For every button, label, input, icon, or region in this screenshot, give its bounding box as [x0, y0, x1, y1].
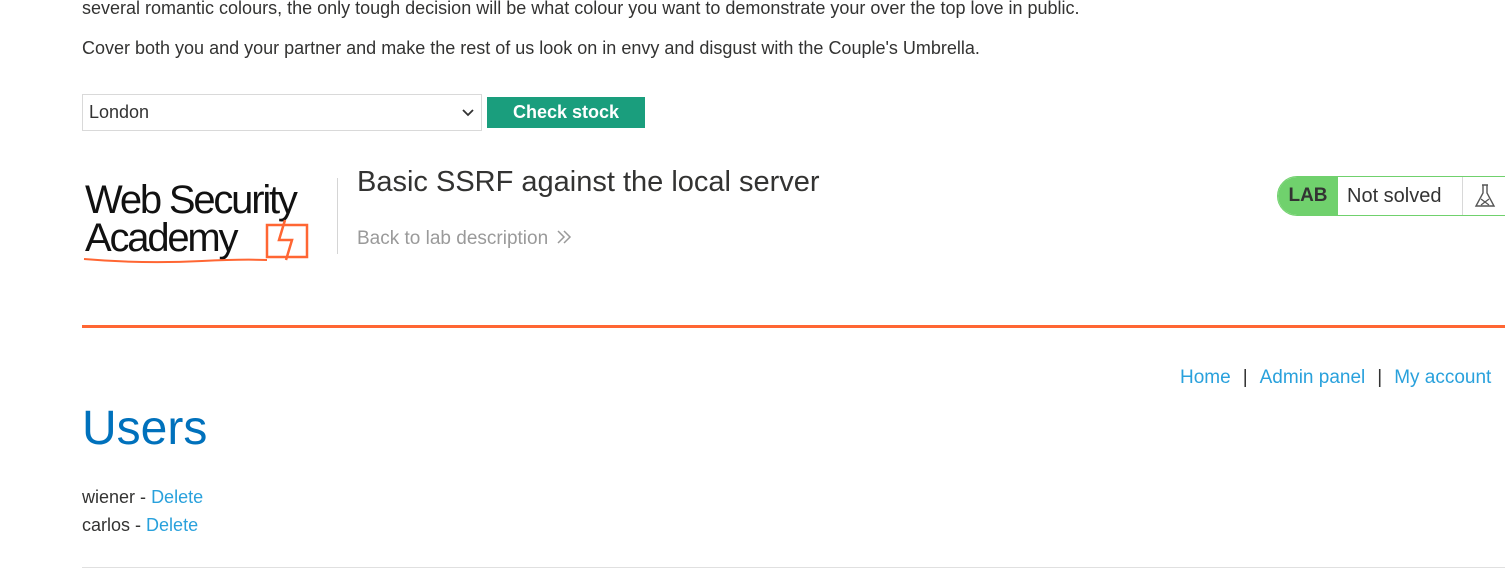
delete-user-link[interactable]: Delete: [146, 515, 198, 535]
user-row: carlos - Delete: [82, 515, 198, 536]
nav-home-link[interactable]: Home: [1180, 367, 1231, 389]
users-heading: Users: [82, 402, 208, 455]
username: carlos: [82, 515, 131, 535]
web-security-academy-logo[interactable]: Web Security Academy: [82, 170, 334, 266]
nav-separator: |: [1377, 367, 1383, 388]
lab-title: Basic SSRF against the local server: [357, 166, 820, 198]
lab-badge: LAB: [1278, 177, 1338, 215]
separator-dash: -: [135, 515, 142, 535]
back-link-label: Back to lab description: [357, 228, 549, 249]
back-to-lab-description-link[interactable]: Back to lab description: [357, 228, 572, 250]
store-select-value: London: [89, 102, 150, 122]
check-stock-button[interactable]: Check stock: [487, 97, 645, 128]
header-divider: [337, 178, 338, 254]
flask-icon: [1462, 177, 1505, 215]
user-row: wiener - Delete: [82, 487, 203, 508]
nav-my-account-link[interactable]: My account: [1394, 367, 1491, 389]
double-chevron-right-icon: [556, 228, 572, 250]
store-select[interactable]: London: [82, 94, 482, 131]
lab-status-text: Not solved: [1347, 184, 1442, 207]
footer-divider: [82, 567, 1505, 568]
product-description-line: Cover both you and your partner and make…: [82, 38, 980, 58]
separator-dash: -: [140, 487, 147, 507]
delete-user-link[interactable]: Delete: [151, 487, 203, 507]
username: wiener: [82, 487, 136, 507]
logo-line2: Academy: [85, 216, 239, 260]
top-nav: Home | Admin panel | My account: [1180, 367, 1491, 389]
nav-admin-panel-link[interactable]: Admin panel: [1260, 367, 1366, 389]
chevron-down-icon: [455, 108, 481, 117]
header-rule: [82, 325, 1505, 328]
nav-separator: |: [1242, 367, 1248, 388]
lab-status-widget: LAB Not solved: [1277, 176, 1505, 216]
product-description-line: several romantic colours, the only tough…: [82, 0, 1080, 18]
